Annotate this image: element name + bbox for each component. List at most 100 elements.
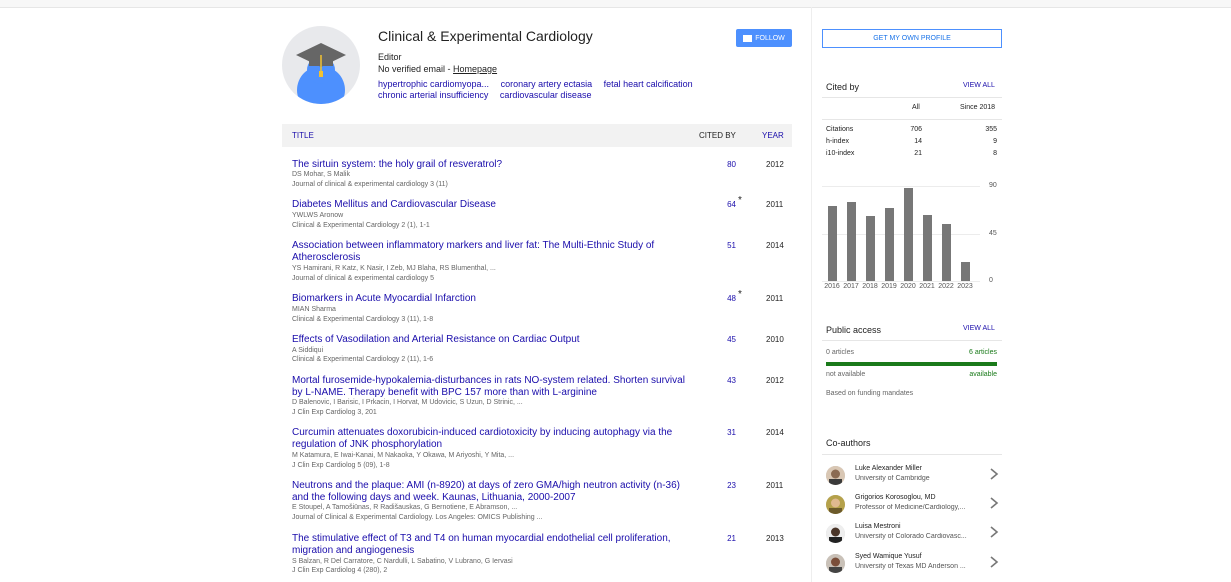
cited-count[interactable]: 64: [722, 199, 736, 211]
coauthor-name[interactable]: Luke Alexander Miller: [855, 465, 922, 472]
article-title[interactable]: Curcumin attenuates doxorubicin-induced …: [292, 427, 692, 451]
graduation-cap-avatar-icon: [296, 43, 346, 104]
cited-count[interactable]: 51: [722, 240, 736, 252]
col-since-header: Since 2018: [960, 104, 996, 111]
available-count[interactable]: 6 articles: [969, 349, 997, 356]
article-authors: S Balzan, R Del Carratore, C Nardulli, L…: [292, 558, 513, 565]
profile-name: Clinical & Experimental Cardiology: [378, 28, 593, 44]
public-access-progress-bar: [826, 362, 997, 366]
get-my-own-profile-button[interactable]: GET MY OWN PROFILE: [822, 29, 1002, 48]
sidebar-divider: [811, 7, 812, 582]
coauthor-name[interactable]: Luisa Mestroni: [855, 523, 901, 530]
article-title[interactable]: Neutrons and the plaque: AMI (n-8920) at…: [292, 480, 692, 504]
article-title[interactable]: The stimulative effect of T3 and T4 on h…: [292, 533, 692, 557]
article-authors: D Balenovic, I Barisic, I Prkacin, I Hor…: [292, 399, 523, 406]
chevron-right-icon[interactable]: [988, 496, 1000, 510]
chevron-right-icon[interactable]: [988, 467, 1000, 481]
cited-by-view-all-link[interactable]: VIEW ALL: [963, 82, 995, 89]
article-venue: J Clin Exp Cardiolog 3, 201: [292, 409, 377, 416]
chevron-right-icon[interactable]: [988, 525, 1000, 539]
coauthor-avatar: [826, 554, 845, 573]
chart-bar-2022[interactable]: [942, 224, 951, 281]
article-authors: M Katamura, E Iwai-Kanai, M Nakaoka, Y O…: [292, 452, 515, 459]
profile-avatar: [282, 26, 360, 104]
chart-bar-2019[interactable]: [885, 208, 894, 281]
not-available-count[interactable]: 0 articles: [826, 349, 854, 356]
chart-bar-2020[interactable]: [904, 188, 913, 281]
cited-count[interactable]: 48: [722, 293, 736, 305]
col-all-header: All: [912, 104, 920, 111]
profile-email-line: No verified email - Homepage: [378, 64, 497, 74]
article-venue: Journal of clinical & experimental cardi…: [292, 181, 448, 188]
metric-label: i10-index: [826, 150, 855, 157]
interest-link[interactable]: chronic arterial insufficiency: [378, 90, 488, 100]
email-status: No verified email -: [378, 64, 454, 74]
research-interests: hypertrophic cardiomyopa... coronary art…: [378, 79, 738, 101]
article-title[interactable]: Mortal furosemide-hypokalemia-disturbanc…: [292, 375, 692, 399]
article-venue: J Clin Exp Cardiolog 4 (280), 2: [292, 567, 388, 574]
coauthor-item[interactable]: Luisa Mestroni University of Colorado Ca…: [826, 522, 1002, 546]
article-title[interactable]: Biomarkers in Acute Myocardial Infarctio…: [292, 293, 692, 305]
chart-bar-2017[interactable]: [847, 201, 856, 281]
sort-by-cited[interactable]: CITED BY: [699, 131, 736, 140]
homepage-link[interactable]: Homepage: [453, 64, 497, 74]
envelope-icon: [743, 34, 753, 42]
coauthor-affiliation: Professor of Medicine/Cardiology,...: [855, 504, 966, 511]
article-year: 2014: [766, 241, 784, 250]
cited-count[interactable]: 21: [722, 533, 736, 545]
cited-count[interactable]: 31: [722, 427, 736, 439]
coauthor-avatar: [826, 495, 845, 514]
cited-count[interactable]: 45: [722, 334, 736, 346]
coauthor-name[interactable]: Grigorios Korosoglou, MD: [855, 494, 936, 501]
cited-count[interactable]: 23: [722, 480, 736, 492]
merged-citations-star: *: [738, 195, 742, 206]
chart-bar-2023[interactable]: [961, 262, 970, 281]
article-year: 2014: [766, 428, 784, 437]
sort-by-year[interactable]: YEAR: [762, 131, 784, 140]
cited-by-title: Cited by: [826, 82, 860, 92]
article-title[interactable]: Association between inflammatory markers…: [292, 240, 692, 264]
public-access-progress-fill: [826, 362, 997, 366]
article-venue: Clinical & Experimental Cardiology 3 (11…: [292, 316, 434, 323]
follow-button[interactable]: FOLLOW: [736, 29, 792, 47]
metric-all: 14: [914, 138, 922, 145]
x-tick-label: 2017: [843, 283, 859, 290]
not-available-label: not available: [826, 371, 866, 378]
merged-citations-star: *: [738, 289, 742, 300]
x-tick-label: 2023: [957, 283, 973, 290]
x-tick-label: 2021: [919, 283, 935, 290]
coauthor-item[interactable]: Grigorios Korosoglou, MD Professor of Me…: [826, 493, 1002, 517]
interest-link[interactable]: fetal heart calcification: [604, 79, 693, 89]
coauthor-affiliation: University of Cambridge: [855, 475, 930, 482]
cited-count[interactable]: 43: [722, 375, 736, 387]
coauthor-item[interactable]: Luke Alexander Miller University of Camb…: [826, 464, 1002, 488]
y-tick-label: 90: [989, 182, 997, 189]
sort-by-title[interactable]: TITLE: [292, 131, 314, 140]
public-access-title: Public access: [826, 325, 882, 335]
article-authors: YWLWS Aronow: [292, 212, 344, 219]
interest-link[interactable]: coronary artery ectasia: [501, 79, 593, 89]
section-divider: [822, 340, 1002, 341]
article-title[interactable]: Diabetes Mellitus and Cardiovascular Dis…: [292, 199, 692, 211]
x-tick-label: 2022: [938, 283, 954, 290]
article-title[interactable]: Effects of Vasodilation and Arterial Res…: [292, 334, 692, 346]
article-year: 2012: [766, 376, 784, 385]
cited-count[interactable]: 80: [722, 159, 736, 171]
chart-bar-2018[interactable]: [866, 215, 875, 281]
coauthor-name[interactable]: Syed Wamique Yusuf: [855, 553, 922, 560]
chart-bar-2021[interactable]: [923, 214, 932, 281]
chart-bar-2016[interactable]: [828, 206, 837, 281]
section-divider: [822, 119, 1002, 120]
public-access-view-all-link[interactable]: VIEW ALL: [963, 325, 995, 332]
metric-since: 9: [993, 138, 997, 145]
article-authors: MIAN Sharma: [292, 306, 336, 313]
chevron-right-icon[interactable]: [988, 555, 1000, 569]
article-authors: A Siddiqui: [292, 347, 324, 354]
coauthor-item[interactable]: Syed Wamique Yusuf University of Texas M…: [826, 552, 1002, 576]
article-year: 2013: [766, 534, 784, 543]
article-year: 2011: [766, 200, 784, 209]
interest-link[interactable]: hypertrophic cardiomyopa...: [378, 79, 489, 89]
interest-link[interactable]: cardiovascular disease: [500, 90, 592, 100]
top-bar: [0, 0, 1231, 8]
metric-label: Citations: [826, 126, 854, 133]
